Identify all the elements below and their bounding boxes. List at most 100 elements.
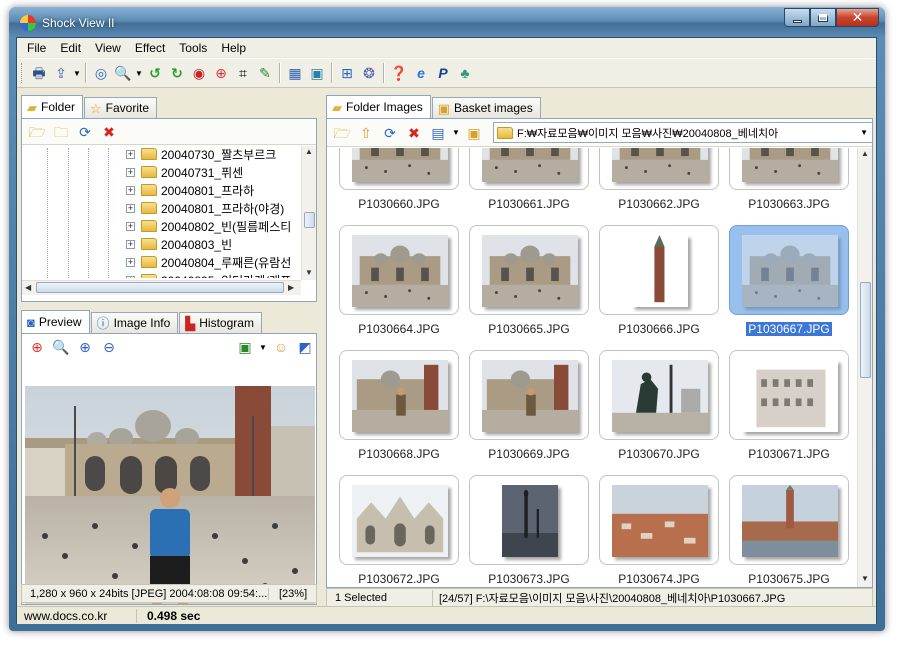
tree-item[interactable]: +20040802_빈(필름페스티 [126,217,291,235]
maximize-button[interactable] [810,8,836,27]
expand-icon[interactable]: + [126,239,135,249]
tab-image-info[interactable]: ⓘ Image Info [90,312,179,333]
filmstrip-icon[interactable]: ▦ [284,62,306,84]
lifebuoy-icon[interactable]: ⊕ [210,62,232,84]
thumbnail-item[interactable]: P1030669.JPG [469,350,589,475]
tree-horizontal-scrollbar[interactable]: ◀ ▶ [22,280,301,295]
menu-view[interactable]: View [88,41,128,55]
expand-icon[interactable]: + [126,257,135,267]
minimize-button[interactable] [784,8,810,27]
expand-icon[interactable]: + [126,203,135,213]
effects-icon[interactable]: ❂ [358,62,380,84]
thumbnail-item[interactable]: P1030663.JPG [729,148,849,225]
background-dropdown-arrow[interactable]: ▼ [258,343,268,352]
thumbnail-item[interactable]: P1030675.JPG [729,475,849,587]
preview-image[interactable] [25,386,315,604]
paypal-icon[interactable]: P [432,62,454,84]
menu-help[interactable]: Help [214,41,253,55]
expand-icon[interactable]: + [126,185,135,195]
help-icon[interactable]: ❓ [388,62,410,84]
grid-scroll-thumb[interactable] [860,282,871,378]
scroll-down-icon[interactable]: ▼ [861,574,869,583]
zoom-dropdown-arrow[interactable]: ▼ [134,69,144,78]
delete-icon[interactable]: ✖ [98,121,120,143]
open-folder-icon[interactable]: 🗁 [26,121,48,143]
rotate-right-icon[interactable]: ↻ [166,62,188,84]
new-folder-icon[interactable]: 🗀 [50,121,72,143]
thumbnail-item[interactable]: P1030671.JPG [729,350,849,475]
view-mode-dropdown-arrow[interactable]: ▼ [451,128,461,137]
zoom-icon[interactable]: 🔍 [112,62,134,84]
grid-icon[interactable]: ⊞ [336,62,358,84]
up-folder-icon[interactable]: ⇧ [355,122,377,144]
refresh-icon[interactable]: ⟳ [74,121,96,143]
basket-icon[interactable]: ▣ [463,122,485,144]
web-icon[interactable]: ♣ [454,62,476,84]
tree-item[interactable]: +20040804_루째른(유람선 [126,253,291,271]
thumbnail-item[interactable]: P1030661.JPG [469,148,589,225]
refresh-icon[interactable]: ⟳ [379,122,401,144]
thumbnail-item[interactable]: P1030667.JPG [729,225,849,350]
tree-hscroll-thumb[interactable] [36,282,284,293]
slideshow-icon[interactable]: ◎ [90,62,112,84]
close-button[interactable]: ✕ [836,8,879,27]
expand-icon[interactable]: + [126,149,135,159]
fit-icon[interactable]: ⊕ [26,336,48,358]
crop-icon[interactable]: ⌗ [232,62,254,84]
redeye-icon[interactable]: ◉ [188,62,210,84]
tree-item[interactable]: +20040805_인터라켄(래프 [126,271,291,278]
tree-item[interactable]: +20040803_빈 [126,235,232,253]
grid-vertical-scrollbar[interactable]: ▲ ▼ [857,148,872,587]
export-dropdown-arrow[interactable]: ▼ [72,69,82,78]
delete-icon[interactable]: ✖ [403,122,425,144]
open-folder-icon[interactable]: 🗁 [331,122,353,144]
thumbnail-item[interactable]: P1030672.JPG [339,475,459,587]
tree-item[interactable]: +20040801_프라하(야경) [126,199,284,217]
menu-edit[interactable]: Edit [53,41,88,55]
zoom-in-icon[interactable]: 🔍 [50,336,72,358]
tree-item[interactable]: +20040730_짤츠부르크 [126,148,276,163]
thumbnail-item[interactable]: P1030674.JPG [599,475,719,587]
menu-effect[interactable]: Effect [128,41,172,55]
tab-basket-images[interactable]: ▣ Basket images [431,97,541,118]
tab-favorite[interactable]: ☆ Favorite [84,97,158,118]
menu-tools[interactable]: Tools [172,41,214,55]
zoom-plus-icon[interactable]: ⊕ [74,336,96,358]
thumbnail-item[interactable]: P1030664.JPG [339,225,459,350]
scroll-up-icon[interactable]: ▲ [305,147,313,156]
print-icon[interactable]: 🖶 [28,62,50,84]
scroll-left-icon[interactable]: ◀ [25,283,31,292]
thumbnail-item[interactable]: P1030660.JPG [339,148,459,225]
background-icon[interactable]: ▣ [234,336,256,358]
toolbar-grip[interactable] [21,63,24,83]
tree-item[interactable]: +20040801_프라하 [126,181,254,199]
expand-icon[interactable]: + [126,167,135,177]
expand-icon[interactable]: + [126,221,135,231]
ie-icon[interactable]: e [410,62,432,84]
thumbnail-item[interactable]: P1030668.JPG [339,350,459,475]
thumbnail-item[interactable]: P1030673.JPG [469,475,589,587]
tab-preview[interactable]: ◙ Preview [21,310,90,333]
chevron-down-icon[interactable]: ▼ [856,128,872,137]
tab-folder[interactable]: ▰ Folder [21,95,84,118]
palette-icon[interactable]: ◩ [294,336,316,358]
thumbnail-item[interactable]: P1030670.JPG [599,350,719,475]
view-mode-icon[interactable]: ▤ [427,122,449,144]
tree-item[interactable]: +20040731_퓌센 [126,163,243,181]
zoom-minus-icon[interactable]: ⊖ [98,336,120,358]
tree-vertical-scrollbar[interactable]: ▲ ▼ [301,146,316,280]
smiley-icon[interactable]: ☺ [270,336,292,358]
menu-file[interactable]: File [20,41,53,55]
path-combo[interactable]: F:₩자료모음₩이미지 모음₩사진₩20040808_베네치아 ▼ [493,122,872,143]
tree-scroll-thumb[interactable] [304,212,315,228]
adjust-icon[interactable]: ✎ [254,62,276,84]
tab-histogram[interactable]: ▙ Histogram [179,312,262,333]
export-icon[interactable]: ⇪ [50,62,72,84]
thumbnail-item[interactable]: P1030666.JPG [599,225,719,350]
tab-folder-images[interactable]: ▰ Folder Images [326,95,431,118]
expand-icon[interactable]: + [126,275,135,278]
capture-icon[interactable]: ▣ [306,62,328,84]
rotate-left-icon[interactable]: ↺ [144,62,166,84]
scroll-down-icon[interactable]: ▼ [305,268,313,277]
thumbnail-item[interactable]: P1030662.JPG [599,148,719,225]
